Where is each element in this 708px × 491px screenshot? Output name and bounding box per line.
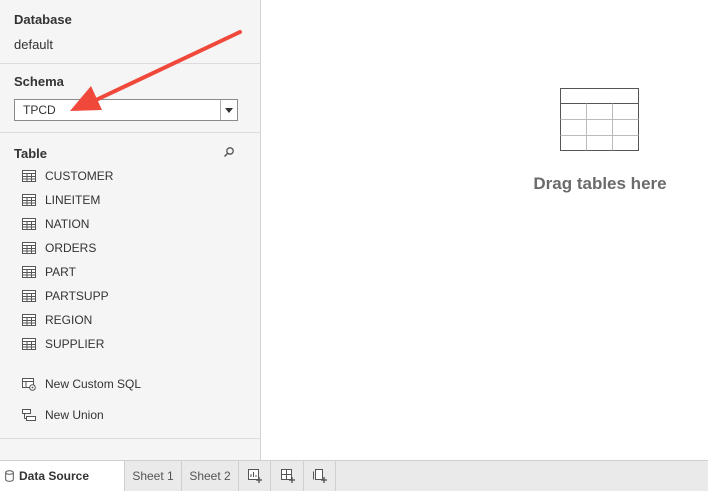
grid-icon — [22, 290, 36, 302]
table-name: PARTSUPP — [45, 289, 109, 303]
new-worksheet-button[interactable] — [239, 461, 271, 491]
new-union-label: New Union — [45, 408, 104, 422]
chevron-down-icon[interactable] — [225, 108, 233, 113]
grid-icon — [22, 314, 36, 326]
table-item[interactable]: PARTSUPP — [22, 284, 113, 308]
table-name: NATION — [45, 217, 90, 231]
new-story-button[interactable] — [304, 461, 336, 491]
new-custom-sql-label: New Custom SQL — [45, 377, 142, 391]
new-dashboard-button[interactable] — [272, 461, 304, 491]
new-story-icon — [312, 469, 327, 483]
new-custom-sql-item[interactable]: New Custom SQL — [22, 372, 141, 396]
table-item[interactable]: ORDERS — [22, 236, 113, 260]
schema-selected-value: TPCD — [23, 103, 56, 117]
join-canvas[interactable]: Drag tables here — [262, 0, 708, 460]
database-heading: Database — [14, 12, 72, 27]
grid-icon — [22, 242, 36, 254]
grid-icon — [22, 170, 36, 182]
tab-sheet-2[interactable]: Sheet 2 — [182, 461, 239, 491]
table-item[interactable]: SUPPLIER — [22, 332, 113, 356]
union-icon — [22, 408, 36, 421]
table-placeholder-icon — [560, 88, 639, 151]
table-item[interactable]: NATION — [22, 212, 113, 236]
dropdown-separator — [220, 100, 221, 120]
new-worksheet-icon — [247, 469, 262, 483]
grid-icon — [22, 218, 36, 230]
table-name: CUSTOMER — [45, 169, 114, 183]
new-dashboard-icon — [280, 469, 295, 483]
table-item[interactable]: REGION — [22, 308, 113, 332]
custom-sql-icon — [22, 377, 36, 391]
table-name: LINEITEM — [45, 193, 101, 207]
sheet-tab-bar: Data Source Sheet 1 Sheet 2 — [0, 460, 708, 491]
search-icon[interactable] — [223, 146, 235, 158]
table-item[interactable]: CUSTOMER — [22, 164, 113, 188]
divider — [0, 438, 261, 439]
grid-icon — [22, 266, 36, 278]
table-name: REGION — [45, 313, 93, 327]
table-name: PART — [45, 265, 76, 279]
tab-data-source[interactable]: Data Source — [0, 461, 125, 491]
tab-sheet-1[interactable]: Sheet 1 — [125, 461, 182, 491]
new-union-item[interactable]: New Union — [22, 403, 104, 427]
grid-icon — [22, 194, 36, 206]
table-item[interactable]: LINEITEM — [22, 188, 113, 212]
schema-heading: Schema — [14, 74, 64, 89]
database-icon — [5, 470, 14, 482]
database-value[interactable]: default — [14, 37, 53, 52]
divider — [0, 63, 261, 64]
grid-icon — [22, 338, 36, 350]
drag-tables-hint: Drag tables here — [533, 174, 667, 193]
table-list: CUSTOMER LINEITEM NATION ORDERS PART PAR… — [22, 164, 113, 356]
tab-data-source-label: Data Source — [19, 469, 90, 483]
table-item[interactable]: PART — [22, 260, 113, 284]
data-source-sidebar: Database default Schema TPCD Table CUSTO… — [0, 0, 261, 460]
table-name: ORDERS — [45, 241, 97, 255]
schema-dropdown[interactable]: TPCD — [14, 99, 238, 121]
table-heading: Table — [14, 146, 47, 161]
divider — [0, 132, 261, 133]
table-name: SUPPLIER — [45, 337, 105, 351]
